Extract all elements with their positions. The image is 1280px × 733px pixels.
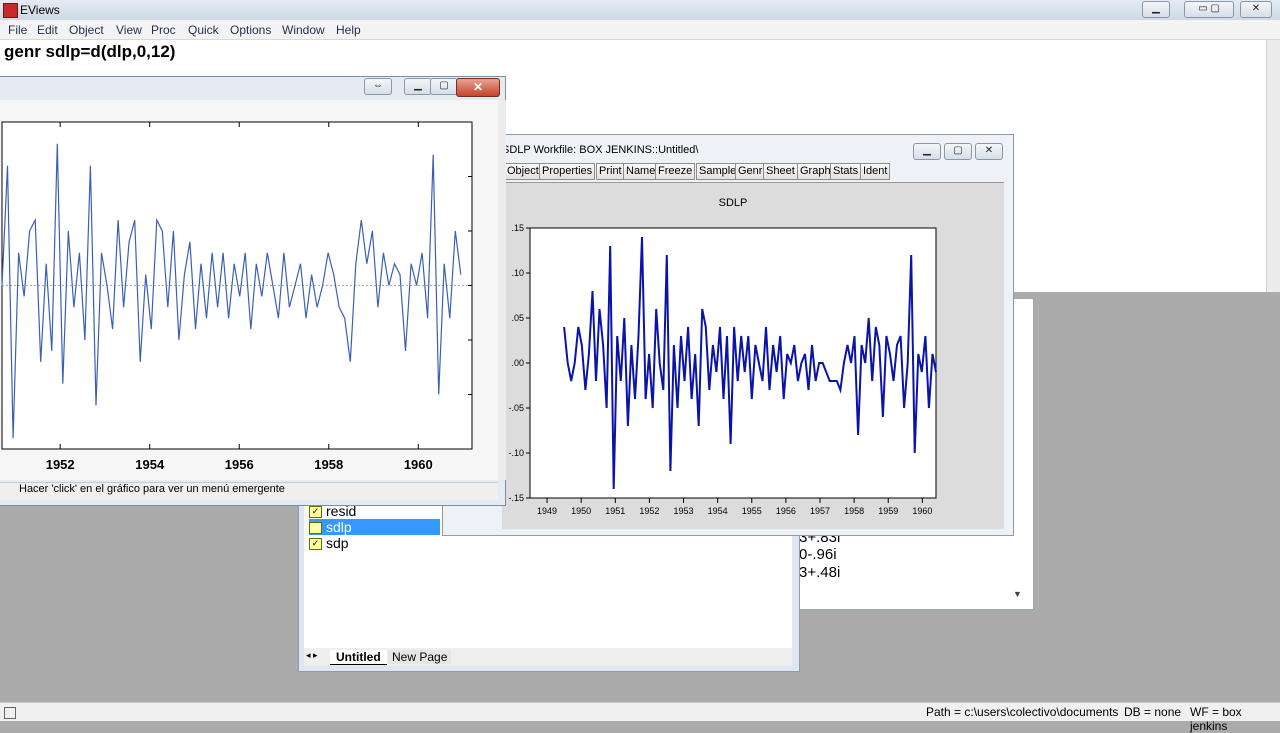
scroll-down-icon[interactable]: ▼ [1013,589,1022,599]
menu-window[interactable]: Window [282,23,325,37]
minimize-icon[interactable]: ▁ [913,143,941,160]
x-tick-label: 1958 [844,506,864,516]
menu-object[interactable]: Object [69,23,104,37]
root-value: 0-.96i [799,546,837,563]
chart-title: SDLP [719,197,748,209]
list-item-selected[interactable]: ✓ sdlp [309,519,440,535]
close-icon[interactable]: ✕ [975,143,1003,160]
toolbar-name-button[interactable]: Name [623,163,659,180]
menu-options[interactable]: Options [230,23,271,37]
menu-help[interactable]: Help [336,23,361,37]
x-tick-label: 1953 [674,506,694,516]
menu-proc[interactable]: Proc [151,23,176,37]
status-box-icon [4,707,16,719]
y-tick-label: .05 [511,313,524,323]
list-item[interactable]: ✓ sdp [309,535,349,551]
y-tick-label: -.15 [508,493,524,503]
x-tick-label: 1956 [225,457,254,472]
window-scrollbar[interactable] [498,100,506,480]
toolbar-freeze-button[interactable]: Freeze [655,163,696,180]
x-tick-label: 1954 [135,457,165,472]
frozen-line-chart[interactable]: 1952 1954 1956 1958 1960 [0,100,498,480]
toolbar-print-button[interactable]: Print [596,163,625,180]
toolbar-object-button[interactable]: Object [504,163,542,180]
x-tick-label: 1952 [639,506,659,516]
toolbar-sample-button[interactable]: Sample [696,163,740,180]
toolbar-genr-button[interactable]: Genr [735,163,766,180]
app-title: EViews [20,3,60,17]
root-value: 3+.48i [799,564,841,581]
x-tick-label: 1960 [404,457,433,472]
maximize-icon[interactable]: ▢ [430,78,458,95]
close-icon[interactable]: ✕ [1240,1,1272,18]
command-scrollbar[interactable] [1266,40,1280,292]
status-path: Path = c:\users\colectivo\documents [926,705,1119,719]
x-tick-label: 1950 [571,506,591,516]
series-icon: ✓ [309,522,322,535]
x-tick-label: 1958 [314,457,343,472]
restore-icon[interactable]: ▭ ▢ [1184,1,1234,18]
command-line[interactable]: genr sdlp=d(dlp,0,12) [4,42,175,62]
x-tick-label: 1952 [46,457,75,472]
sdlp-line-chart[interactable]: SDLP .15 .10 .05 .00 -.05 -.10 -.15 1949 1950 1951… [502,182,1004,528]
tab-new-page[interactable]: New Page [388,650,452,664]
menu-quick[interactable]: Quick [188,23,219,37]
menu-edit[interactable]: Edit [37,23,58,37]
toolbar-graph-button[interactable]: Graph [797,163,834,180]
menu-view[interactable]: View [116,23,142,37]
toolbar-properties-button[interactable]: Properties [539,163,596,180]
y-tick-label: .00 [511,358,524,368]
item-label: sdp [326,535,349,551]
eviews-logo-icon [3,3,18,18]
app-titlebar [0,0,1280,20]
toolbar-sheet-button[interactable]: Sheet [763,163,798,180]
series-icon: ✓ [309,506,322,519]
toolbar-ident-button[interactable]: Ident [860,163,891,180]
x-tick-label: 1957 [810,506,830,516]
menu-bar: File Edit Object View Proc Quick Options… [0,20,1280,40]
maximize-icon[interactable]: ▢ [944,143,972,160]
x-tick-label: 1955 [742,506,762,516]
tab-untitled[interactable]: Untitled [330,650,387,665]
toolbar-stats-button[interactable]: Stats [830,163,862,180]
resize-icon[interactable]: ⇔ [364,78,392,95]
series-icon: ✓ [309,538,322,551]
y-tick-label: .15 [511,223,524,233]
item-label: sdlp [326,519,352,535]
status-wf: WF = box jenkins [1190,705,1242,733]
minimize-icon[interactable]: ▁ [404,78,432,95]
close-button[interactable]: ✕ [456,78,500,97]
minimize-icon[interactable]: ▁ [1142,1,1170,18]
x-tick-label: 1956 [776,506,796,516]
x-tick-label: 1951 [605,506,625,516]
x-tick-label: 1959 [878,506,898,516]
status-db: DB = none [1124,705,1182,719]
y-tick-label: .10 [511,268,524,278]
y-tick-label: -.10 [508,448,524,458]
tab-nav-arrows-icon[interactable]: ◂ ▸ [306,650,318,661]
window-title: SDLP Workfile: BOX JENKINS::Untitled\ [502,144,699,156]
status-bar: Path = c:\users\colectivo\documents DB =… [0,702,1280,733]
x-tick-label: 1949 [537,506,557,516]
statusbar-hint: Hacer 'click' en el gráfico para ver un … [19,483,285,495]
x-tick-label: 1954 [708,506,728,516]
x-tick-label: 1960 [912,506,932,516]
menu-file[interactable]: File [8,23,27,37]
y-tick-label: -.05 [508,403,524,413]
